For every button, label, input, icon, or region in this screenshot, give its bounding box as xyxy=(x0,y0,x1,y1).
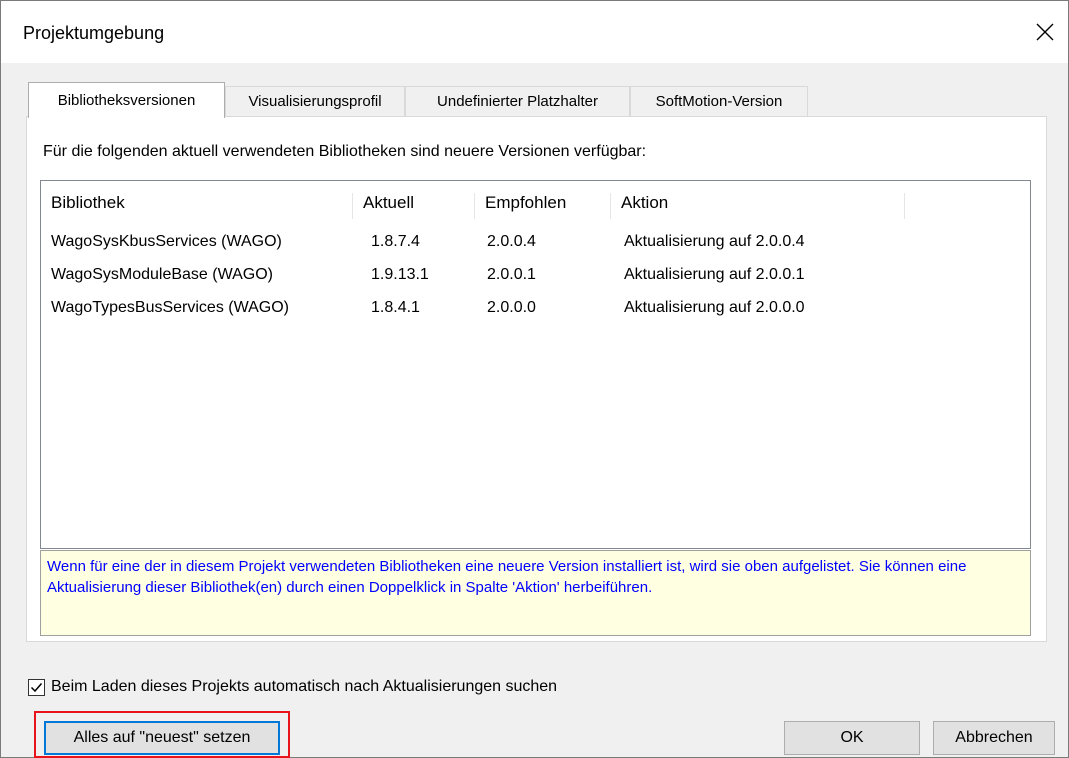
cell-current: 1.8.7.4 xyxy=(371,233,420,250)
close-icon xyxy=(1036,23,1054,41)
cell-library: WagoSysModuleBase (WAGO) xyxy=(51,266,273,283)
cell-action[interactable]: Aktualisierung auf 2.0.0.1 xyxy=(624,266,805,284)
cell-recommended: 2.0.0.0 xyxy=(487,299,536,316)
window-title: Projektumgebung xyxy=(23,23,165,43)
cell-library: WagoTypesBusServices (WAGO) xyxy=(51,299,289,316)
column-header-aktuell[interactable]: Aktuell xyxy=(353,193,475,219)
tab-bibliotheksversionen[interactable]: Bibliotheksversionen xyxy=(28,82,225,118)
auto-update-label: Beim Laden dieses Projekts automatisch n… xyxy=(51,678,558,695)
tab-visualisierungsprofil[interactable]: Visualisierungsprofil xyxy=(225,86,405,116)
intro-text: Für die folgenden aktuell verwendeten Bi… xyxy=(43,143,647,160)
set-all-newest-button[interactable]: Alles auf "neuest" setzen xyxy=(44,721,280,755)
tab-undefinierter-platzhalter[interactable]: Undefinierter Platzhalter xyxy=(405,86,630,116)
cell-recommended: 2.0.0.1 xyxy=(487,266,536,283)
cancel-button[interactable]: Abbrechen xyxy=(933,721,1055,755)
close-button[interactable] xyxy=(1022,9,1068,55)
cell-current: 1.8.4.1 xyxy=(371,299,420,316)
column-header-bibliothek[interactable]: Bibliothek xyxy=(41,193,353,219)
cell-library: WagoSysKbusServices (WAGO) xyxy=(51,233,282,250)
auto-update-check-row[interactable]: Beim Laden dieses Projekts automatisch n… xyxy=(28,678,557,696)
cell-action[interactable]: Aktualisierung auf 2.0.0.0 xyxy=(624,299,805,317)
title-bar: Projektumgebung xyxy=(1,1,1068,63)
cell-current: 1.9.13.1 xyxy=(371,266,429,283)
library-list[interactable]: Bibliothek Aktuell Empfohlen Aktion Wago… xyxy=(40,180,1031,549)
column-header-aktion[interactable]: Aktion xyxy=(611,193,905,219)
cell-action[interactable]: Aktualisierung auf 2.0.0.4 xyxy=(624,233,805,251)
column-header-empfohlen[interactable]: Empfohlen xyxy=(475,193,611,219)
ok-button[interactable]: OK xyxy=(784,721,920,755)
tab-softmotion-version[interactable]: SoftMotion-Version xyxy=(630,86,808,116)
checkmark-icon xyxy=(30,682,43,692)
cell-recommended: 2.0.0.4 xyxy=(487,233,536,250)
info-box: Wenn für eine der in diesem Projekt verw… xyxy=(40,550,1031,636)
auto-update-checkbox[interactable] xyxy=(28,678,45,696)
